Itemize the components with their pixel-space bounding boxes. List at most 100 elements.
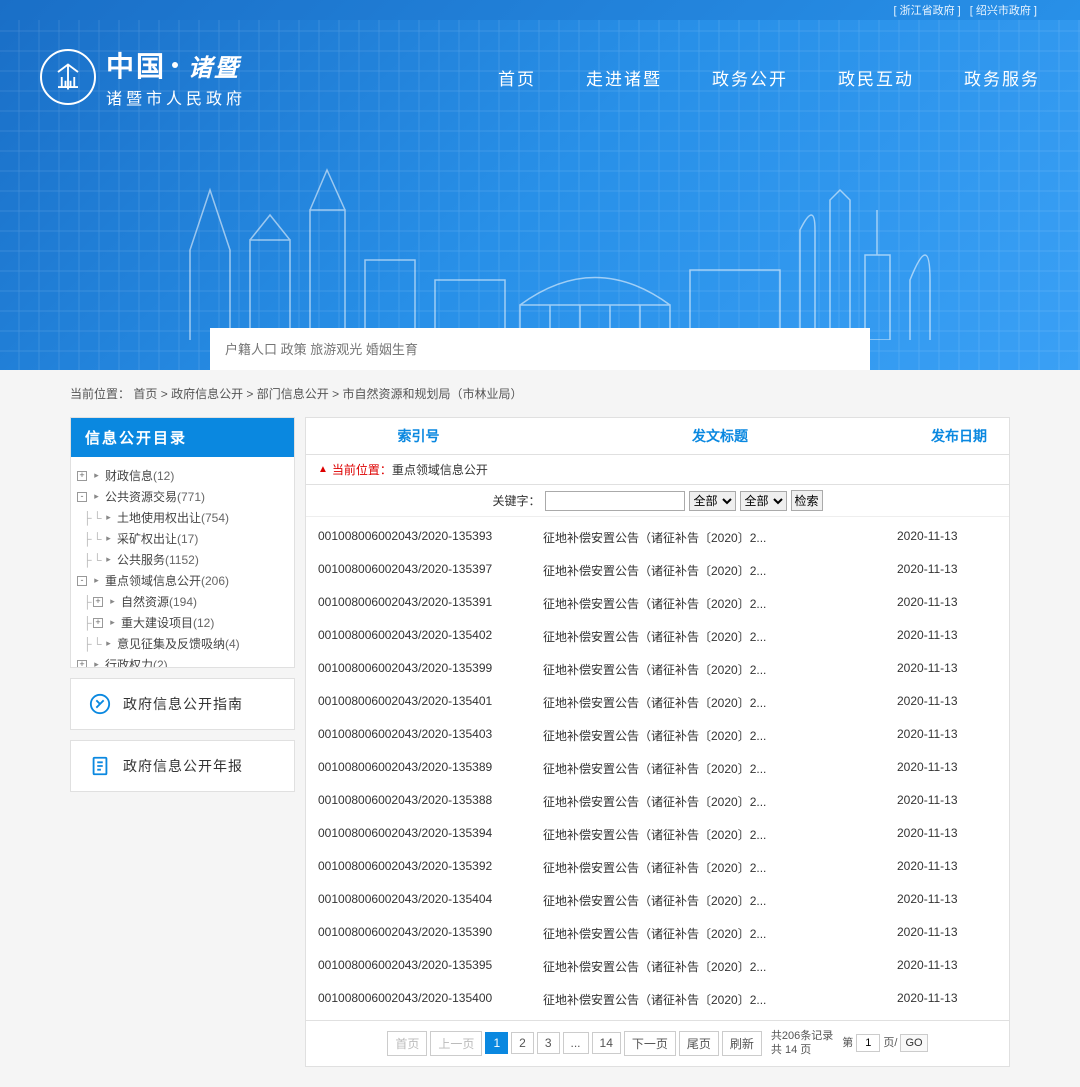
pager-prev[interactable]: 上一页 bbox=[430, 1031, 482, 1056]
tree-leaf-icon: └ bbox=[93, 637, 103, 651]
row-date: 2020-11-13 bbox=[897, 595, 997, 612]
row-title[interactable]: 征地补偿安置公告（诸征补告〔2020〕2... bbox=[543, 859, 897, 876]
pager-page-3[interactable]: 3 bbox=[537, 1032, 560, 1054]
row-title[interactable]: 征地补偿安置公告（诸征补告〔2020〕2... bbox=[543, 694, 897, 711]
row-title[interactable]: 征地补偿安置公告（诸征补告〔2020〕2... bbox=[543, 661, 897, 678]
site-logo[interactable]: 中国诸暨 诸暨市人民政府 bbox=[40, 45, 246, 109]
keyword-input[interactable] bbox=[545, 491, 685, 511]
tree-item-count: (754) bbox=[201, 511, 229, 525]
tree-expand-icon[interactable]: + bbox=[93, 618, 103, 628]
table-row: 001008006002043/2020-135388征地补偿安置公告（诸征补告… bbox=[316, 785, 999, 818]
row-title[interactable]: 征地补偿安置公告（诸征补告〔2020〕2... bbox=[543, 793, 897, 810]
crumb-gov-info[interactable]: 政府信息公开 bbox=[171, 387, 243, 401]
pager-info: 共206条记录 共 14 页 bbox=[771, 1029, 833, 1058]
current-position-row: ▲ 当前位置： 重点领域信息公开 bbox=[306, 455, 1009, 485]
tree-item[interactable]: ├└▸意见征集及反馈吸纳(4) bbox=[77, 633, 288, 654]
row-title[interactable]: 征地补偿安置公告（诸征补告〔2020〕2... bbox=[543, 991, 897, 1008]
row-title[interactable]: 征地补偿安置公告（诸征补告〔2020〕2... bbox=[543, 760, 897, 777]
header-top-bar: [ 浙江省政府 ] [ 绍兴市政府 ] bbox=[0, 0, 1080, 20]
category-tree[interactable]: +▸财政信息(12)-▸公共资源交易(771)├└▸土地使用权出让(754)├└… bbox=[71, 457, 294, 667]
crumb-home[interactable]: 首页 bbox=[133, 387, 157, 401]
row-date: 2020-11-13 bbox=[897, 859, 997, 876]
row-title[interactable]: 征地补偿安置公告（诸征补告〔2020〕2... bbox=[543, 925, 897, 942]
logo-sub-text: 诸暨市人民政府 bbox=[106, 85, 246, 109]
nav-about[interactable]: 走进诸暨 bbox=[586, 65, 662, 90]
tree-item[interactable]: +▸行政权力(2) bbox=[77, 654, 288, 667]
folder-icon: ▸ bbox=[103, 533, 114, 544]
tree-item-count: (12) bbox=[153, 469, 174, 483]
row-date: 2020-11-13 bbox=[897, 760, 997, 777]
search-box bbox=[210, 328, 870, 370]
pager-page-2[interactable]: 2 bbox=[511, 1032, 534, 1054]
pager-page-1[interactable]: 1 bbox=[485, 1032, 508, 1054]
tree-item[interactable]: ├└▸公共服务(1152) bbox=[77, 549, 288, 570]
document-icon bbox=[89, 755, 111, 777]
row-index: 001008006002043/2020-135394 bbox=[318, 826, 543, 843]
pagination: 首页 上一页 1 2 3 ... 14 下一页 尾页 刷新 共206条记录 共 … bbox=[306, 1020, 1009, 1066]
sidebar-link-annual[interactable]: 政府信息公开年报 bbox=[70, 740, 295, 792]
nav-service[interactable]: 政务服务 bbox=[964, 65, 1040, 90]
pager-go-button[interactable]: GO bbox=[900, 1034, 927, 1052]
row-title[interactable]: 征地补偿安置公告（诸征补告〔2020〕2... bbox=[543, 958, 897, 975]
tree-item-label: 重大建设项目 bbox=[121, 614, 193, 631]
pager-page-14[interactable]: 14 bbox=[592, 1032, 621, 1054]
search-button[interactable]: 检索 bbox=[791, 490, 823, 511]
tree-item[interactable]: ├+▸自然资源(194) bbox=[77, 591, 288, 612]
tree-item[interactable]: -▸公共资源交易(771) bbox=[77, 486, 288, 507]
tree-expand-icon[interactable]: - bbox=[77, 492, 87, 502]
pager-goto-input[interactable] bbox=[856, 1034, 880, 1052]
header-link-shaoxing[interactable]: [ 绍兴市政府 ] bbox=[970, 5, 1037, 17]
tree-expand-icon[interactable]: + bbox=[77, 660, 87, 668]
sidebar-link-label: 政府信息公开指南 bbox=[123, 694, 243, 714]
nav-affairs[interactable]: 政务公开 bbox=[712, 65, 788, 90]
row-date: 2020-11-13 bbox=[897, 628, 997, 645]
row-title[interactable]: 征地补偿安置公告（诸征补告〔2020〕2... bbox=[543, 562, 897, 579]
tree-item[interactable]: ├└▸采矿权出让(17) bbox=[77, 528, 288, 549]
row-title[interactable]: 征地补偿安置公告（诸征补告〔2020〕2... bbox=[543, 727, 897, 744]
table-row: 001008006002043/2020-135397征地补偿安置公告（诸征补告… bbox=[316, 554, 999, 587]
row-title[interactable]: 征地补偿安置公告（诸征补告〔2020〕2... bbox=[543, 529, 897, 546]
tree-branch-icon: ├ bbox=[83, 595, 93, 609]
filter-select-1[interactable]: 全部 bbox=[689, 491, 736, 511]
row-title[interactable]: 征地补偿安置公告（诸征补告〔2020〕2... bbox=[543, 595, 897, 612]
sidebar-title: 信息公开目录 bbox=[71, 418, 294, 457]
folder-icon: ▸ bbox=[103, 638, 114, 649]
row-date: 2020-11-13 bbox=[897, 958, 997, 975]
crumb-dept-info[interactable]: 部门信息公开 bbox=[257, 387, 329, 401]
row-title[interactable]: 征地补偿安置公告（诸征补告〔2020〕2... bbox=[543, 628, 897, 645]
row-date: 2020-11-13 bbox=[897, 892, 997, 909]
nav-interaction[interactable]: 政民互动 bbox=[838, 65, 914, 90]
pager-next[interactable]: 下一页 bbox=[624, 1031, 676, 1056]
pager-last[interactable]: 尾页 bbox=[679, 1031, 719, 1056]
pager-refresh[interactable]: 刷新 bbox=[722, 1031, 762, 1056]
nav-home[interactable]: 首页 bbox=[498, 65, 536, 90]
header-top-links: [ 浙江省政府 ] [ 绍兴市政府 ] bbox=[890, 2, 1040, 18]
tree-expand-icon[interactable]: + bbox=[93, 597, 103, 607]
result-rows: 001008006002043/2020-135393征地补偿安置公告（诸征补告… bbox=[306, 517, 1009, 1020]
tree-item-count: (2) bbox=[153, 658, 168, 668]
search-input[interactable] bbox=[225, 342, 855, 357]
row-date: 2020-11-13 bbox=[897, 694, 997, 711]
tree-item[interactable]: ├+▸重大建设项目(12) bbox=[77, 612, 288, 633]
row-title[interactable]: 征地补偿安置公告（诸征补告〔2020〕2... bbox=[543, 826, 897, 843]
header-link-zhejiang[interactable]: [ 浙江省政府 ] bbox=[893, 5, 960, 17]
row-index: 001008006002043/2020-135389 bbox=[318, 760, 543, 777]
table-row: 001008006002043/2020-135390征地补偿安置公告（诸征补告… bbox=[316, 917, 999, 950]
tree-expand-icon[interactable]: - bbox=[77, 576, 87, 586]
sidebar-link-guide[interactable]: 政府信息公开指南 bbox=[70, 678, 295, 730]
tree-item[interactable]: -▸重点领域信息公开(206) bbox=[77, 570, 288, 591]
table-row: 001008006002043/2020-135402征地补偿安置公告（诸征补告… bbox=[316, 620, 999, 653]
tree-item-label: 自然资源 bbox=[121, 593, 169, 610]
pager-first[interactable]: 首页 bbox=[387, 1031, 427, 1056]
tree-item[interactable]: +▸财政信息(12) bbox=[77, 465, 288, 486]
row-index: 001008006002043/2020-135402 bbox=[318, 628, 543, 645]
filter-select-2[interactable]: 全部 bbox=[740, 491, 787, 511]
row-date: 2020-11-13 bbox=[897, 793, 997, 810]
folder-icon: ▸ bbox=[91, 470, 102, 481]
tree-expand-icon[interactable]: + bbox=[77, 471, 87, 481]
tree-item[interactable]: ├└▸土地使用权出让(754) bbox=[77, 507, 288, 528]
row-index: 001008006002043/2020-135391 bbox=[318, 595, 543, 612]
row-title[interactable]: 征地补偿安置公告（诸征补告〔2020〕2... bbox=[543, 892, 897, 909]
table-row: 001008006002043/2020-135395征地补偿安置公告（诸征补告… bbox=[316, 950, 999, 983]
table-row: 001008006002043/2020-135400征地补偿安置公告（诸征补告… bbox=[316, 983, 999, 1016]
